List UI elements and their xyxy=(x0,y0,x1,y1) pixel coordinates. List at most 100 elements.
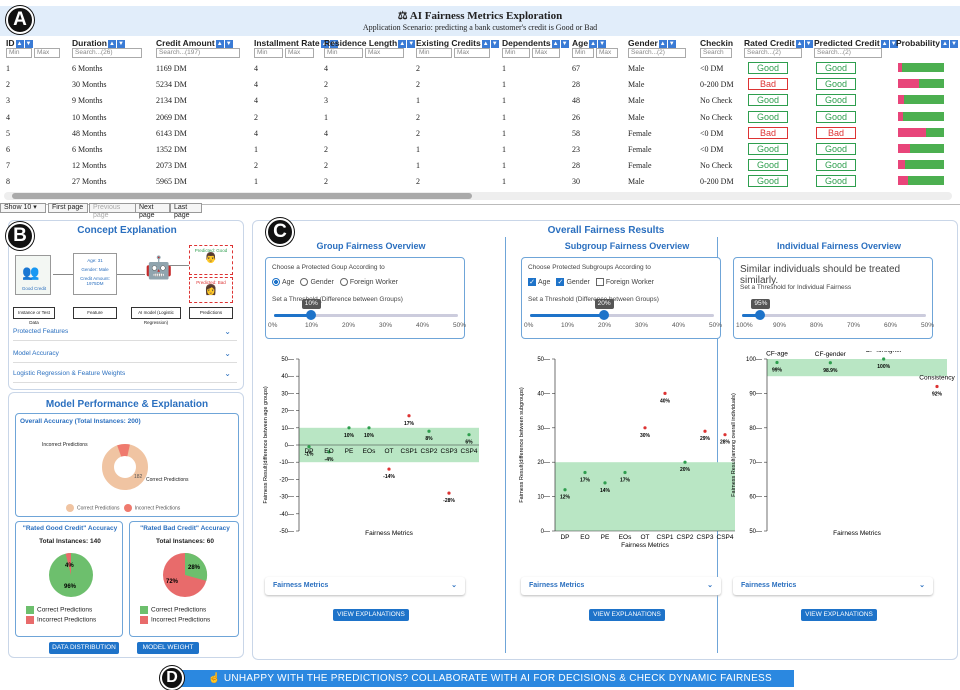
sort-up-icon[interactable]: ▲ xyxy=(795,39,804,48)
sub-threshold-slider[interactable]: 20% xyxy=(530,299,714,320)
column-header[interactable]: Rated Credit ▲ ▼ xyxy=(744,38,813,48)
horizontal-scrollbar[interactable] xyxy=(4,192,952,200)
radio-icon[interactable] xyxy=(300,278,309,286)
column-filter-input[interactable]: Min xyxy=(324,48,363,58)
column-filter-input[interactable]: Min xyxy=(6,48,32,58)
column-header[interactable]: Dependents ▲ ▼ xyxy=(502,38,569,48)
accordion-model-accuracy[interactable]: Model Accuracy ⌄ xyxy=(13,345,237,363)
table-cell: 1 xyxy=(254,145,258,154)
column-filter-input[interactable]: Max xyxy=(596,48,618,58)
sort-up-icon[interactable]: ▲ xyxy=(658,39,667,48)
column-header[interactable]: ID ▲ ▼ xyxy=(6,38,33,48)
sort-up-icon[interactable]: ▲ xyxy=(940,39,949,48)
column-filter-input[interactable]: Search xyxy=(700,48,732,58)
column-filter-input[interactable]: Min xyxy=(572,48,594,58)
column-header[interactable]: Existing Credits ▲ ▼ xyxy=(416,38,499,48)
table-cell: Female xyxy=(628,161,652,171)
sort-down-icon[interactable]: ▼ xyxy=(804,39,813,48)
sort-up-icon[interactable]: ▲ xyxy=(15,39,24,48)
next-page-button[interactable]: Next page xyxy=(135,203,170,219)
slider-knob[interactable] xyxy=(598,310,609,320)
sort-up-icon[interactable]: ▲ xyxy=(551,39,560,48)
column-filter-input[interactable]: Max xyxy=(454,48,490,58)
checkbox-icon[interactable]: ✓ xyxy=(556,278,565,286)
rated-credit-badge: Bad xyxy=(748,126,788,139)
column-filter-input[interactable]: Min xyxy=(502,48,530,58)
previous-page-button[interactable]: Previous page xyxy=(89,203,137,219)
sort-down-icon[interactable]: ▼ xyxy=(224,39,233,48)
column-header[interactable]: Age ▲ ▼ xyxy=(572,38,607,48)
sort-down-icon[interactable]: ▼ xyxy=(24,39,33,48)
column-label: Existing Credits xyxy=(416,38,481,48)
slider-tick-label: 90% xyxy=(773,322,787,329)
slider-knob[interactable] xyxy=(755,310,766,320)
sort-up-icon[interactable]: ▲ xyxy=(481,39,490,48)
column-filter-input[interactable]: Search...(2) xyxy=(628,48,686,58)
sort-up-icon[interactable]: ▲ xyxy=(880,39,889,48)
column-filter-input[interactable]: Max xyxy=(365,48,404,58)
sort-up-icon[interactable]: ▲ xyxy=(398,39,407,48)
group-threshold-slider[interactable]: 10% xyxy=(274,299,458,320)
option-gender[interactable]: ✓ Gender xyxy=(556,278,590,286)
group-view-explanations-button[interactable]: VIEW EXPLANATIONS xyxy=(333,609,409,621)
column-filter-input[interactable]: Min xyxy=(254,48,283,58)
sort-down-icon[interactable]: ▼ xyxy=(598,39,607,48)
slider-tick-label: 10% xyxy=(561,322,575,329)
column-header[interactable]: Checkin xyxy=(700,38,733,48)
sort-up-icon[interactable]: ▲ xyxy=(107,39,116,48)
scrollbar-thumb[interactable] xyxy=(12,193,472,199)
ind-view-explanations-button[interactable]: VIEW EXPLANATIONS xyxy=(801,609,877,621)
radio-icon[interactable] xyxy=(272,278,280,286)
sub-view-explanations-button[interactable]: VIEW EXPLANATIONS xyxy=(589,609,665,621)
radio-icon[interactable] xyxy=(339,278,348,286)
sort-down-icon[interactable]: ▼ xyxy=(560,39,569,48)
table-cell: 2 xyxy=(324,161,328,171)
sub-fairness-metrics-accordion[interactable]: Fairness Metrics ⌄ xyxy=(521,577,721,595)
slider-knob[interactable] xyxy=(305,310,316,320)
collaborate-banner-button[interactable]: ☝ UNHAPPY WITH THE PREDICTIONS? COLLABOR… xyxy=(178,670,794,687)
column-header[interactable]: Predicted Credit ▲ ▼ xyxy=(814,38,898,48)
column-header[interactable]: Credit Amount ▲ ▼ xyxy=(156,38,233,48)
sort-down-icon[interactable]: ▼ xyxy=(407,39,416,48)
column-filter-input[interactable]: Search...(26) xyxy=(72,48,142,58)
column-filter-input[interactable]: Max xyxy=(532,48,560,58)
column-filter-input[interactable]: Min xyxy=(416,48,452,58)
accordion-protected-features[interactable]: Protected Features ⌄ xyxy=(13,323,237,341)
option-gender[interactable]: Gender xyxy=(300,278,334,286)
column-header[interactable]: Residence Length ▲ ▼ xyxy=(324,38,416,48)
data-label: -4% xyxy=(325,457,334,463)
column-header[interactable]: Duration ▲ ▼ xyxy=(72,38,125,48)
data-distribution-button[interactable]: DATA DISTRIBUTION xyxy=(49,642,119,654)
column-header[interactable]: Gender ▲ ▼ xyxy=(628,38,676,48)
sort-up-icon[interactable]: ▲ xyxy=(589,39,598,48)
column-filter-input[interactable]: Max xyxy=(34,48,60,58)
sort-down-icon[interactable]: ▼ xyxy=(949,39,958,48)
sort-up-icon[interactable]: ▲ xyxy=(215,39,224,48)
option-age[interactable]: Age xyxy=(272,278,294,286)
first-page-button[interactable]: First page xyxy=(48,203,88,213)
model-weight-button[interactable]: MODEL WEIGHT xyxy=(137,642,199,654)
option-age[interactable]: ✓ Age xyxy=(528,278,550,286)
sort-down-icon[interactable]: ▼ xyxy=(116,39,125,48)
ind-threshold-slider[interactable]: 95% xyxy=(742,299,926,320)
column-header[interactable]: Probability ▲ ▼ xyxy=(896,38,958,48)
column-filter-input[interactable]: Max xyxy=(285,48,314,58)
checkbox-icon[interactable] xyxy=(595,278,604,286)
column-filter-input[interactable]: Search...(2) xyxy=(814,48,882,58)
column-filter-input[interactable]: Search...(197) xyxy=(156,48,240,58)
dataset-table-panel: ⚖ AI Fairness Metrics Exploration Applic… xyxy=(0,0,960,219)
option-foreign-worker[interactable]: Foreign Worker xyxy=(595,278,654,286)
sort-down-icon[interactable]: ▼ xyxy=(667,39,676,48)
data-point xyxy=(623,470,627,475)
sub-fairness-title: Subgroup Fairness Overview xyxy=(564,241,690,251)
category-label: DP xyxy=(304,448,313,455)
column-filter-input[interactable]: Search...(2) xyxy=(744,48,802,58)
page-size-select[interactable]: Show 10 ▾ xyxy=(0,203,46,213)
accordion-logistic-regression[interactable]: Logistic Regression & Feature Weights ⌄ xyxy=(13,365,237,383)
group-fairness-metrics-accordion[interactable]: Fairness Metrics ⌄ xyxy=(265,577,465,595)
checkbox-icon[interactable]: ✓ xyxy=(528,278,536,286)
sort-down-icon[interactable]: ▼ xyxy=(490,39,499,48)
option-foreign-worker[interactable]: Foreign Worker xyxy=(339,278,398,286)
last-page-button[interactable]: Last page xyxy=(170,203,202,219)
ind-fairness-metrics-accordion[interactable]: Fairness Metrics ⌄ xyxy=(733,577,933,595)
